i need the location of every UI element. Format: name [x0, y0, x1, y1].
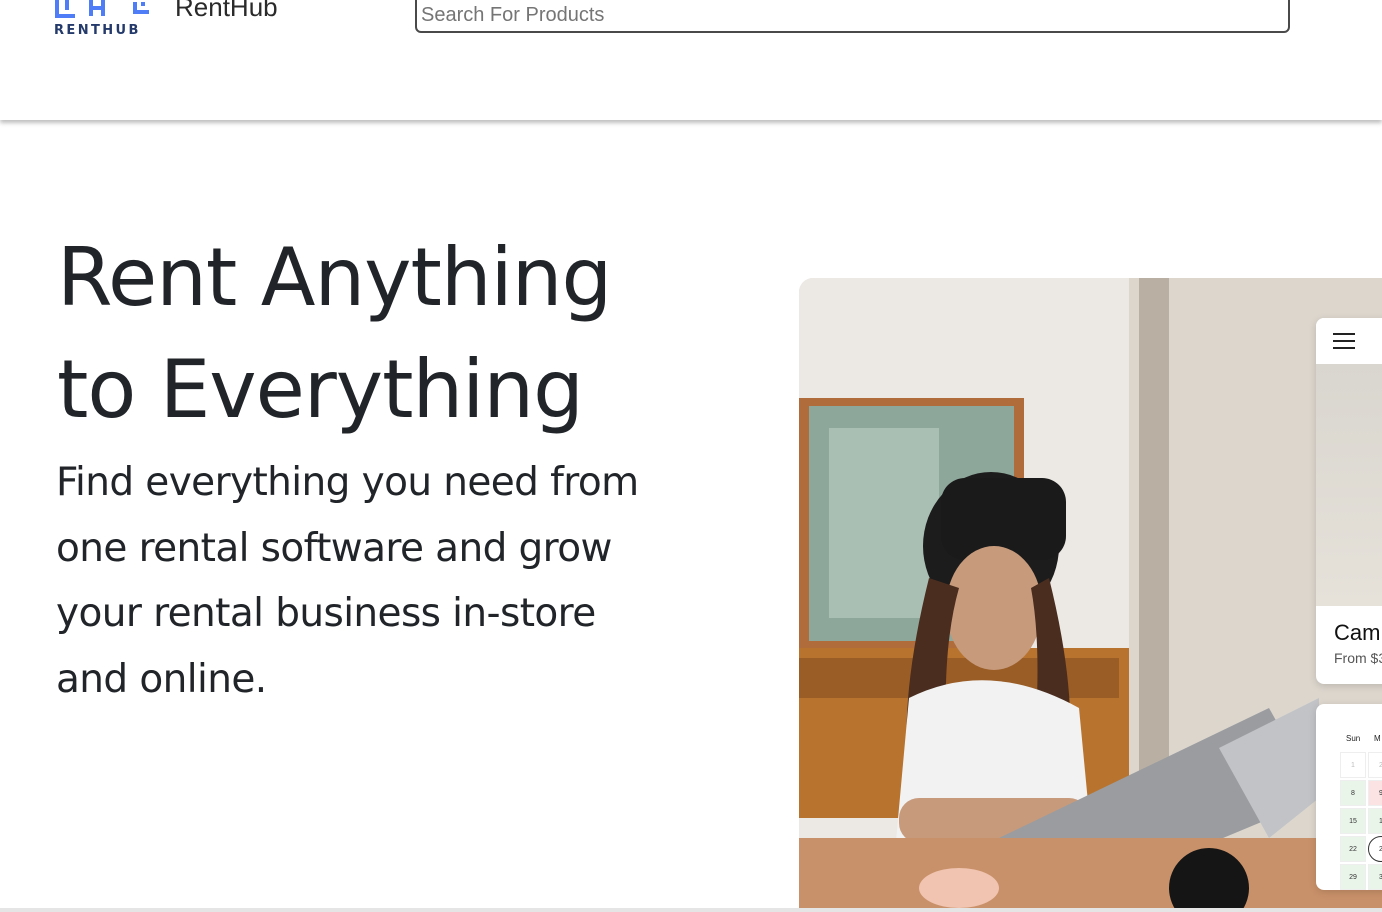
logo-mark-icon [55, 0, 149, 18]
logo-wordmark: RENTHUB [54, 23, 141, 38]
calendar-day-selected[interactable]: 2 [1368, 836, 1382, 862]
product-price: From $3 [1334, 650, 1382, 666]
calendar-day[interactable]: 1 [1340, 752, 1366, 778]
calendar-preview-card: Sun M 1 8 15 22 29 2 9 1 2 3 [1316, 704, 1382, 890]
hero-title: Rent Anything to Everything [57, 222, 737, 446]
hero-photo [799, 278, 1382, 912]
calendar-weekday-sun: Sun [1346, 734, 1361, 743]
renthub-logo[interactable]: RENTHUB [53, 0, 155, 42]
app-preview-caption: Cam From $3 [1316, 606, 1382, 666]
site-header: RENTHUB RentHub [0, 0, 1382, 120]
app-preview-photo [1316, 364, 1382, 606]
hamburger-menu-icon[interactable] [1333, 333, 1355, 349]
section-divider [0, 908, 1382, 912]
product-title: Cam [1334, 620, 1381, 645]
calendar-weekday-mon: M [1374, 734, 1381, 743]
calendar-day[interactable]: 1 [1368, 808, 1382, 834]
calendar-day[interactable]: 8 [1340, 780, 1366, 806]
search-input[interactable] [415, 0, 1290, 33]
calendar-day[interactable]: 22 [1340, 836, 1366, 862]
calendar-day[interactable]: 9 [1368, 780, 1382, 806]
app-preview-card: Cam From $3 [1316, 318, 1382, 684]
brand-name[interactable]: RentHub [175, 0, 278, 23]
calendar-day[interactable]: 3 [1368, 864, 1382, 890]
hero-title-line-2: to Everything [57, 343, 584, 436]
calendar-day[interactable]: 2 [1368, 752, 1382, 778]
calendar-day[interactable]: 15 [1340, 808, 1366, 834]
hero-title-line-1: Rent Anything [57, 231, 612, 324]
hero-subtitle: Find everything you need from one rental… [56, 460, 639, 702]
woman-at-laptop-illustration [799, 278, 1382, 912]
app-preview-header [1316, 318, 1382, 364]
calendar-day[interactable]: 29 [1340, 864, 1366, 890]
